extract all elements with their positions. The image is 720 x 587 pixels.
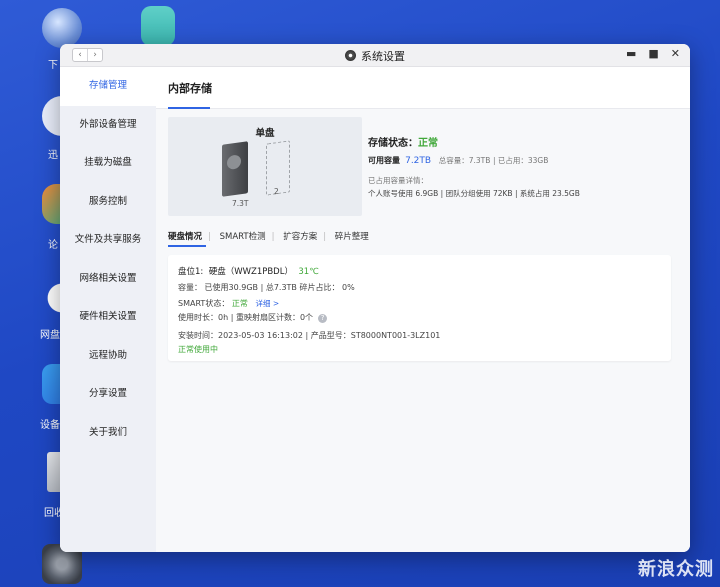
titlebar: ‹ › 系统设置 ▬ ■ ✕	[60, 44, 690, 67]
used-capacity: 已占用：33GB	[497, 156, 549, 165]
sidebar: 存储管理 外部设备管理 挂载为磁盘 服务控制 文件及共享服务 网络相关设置 硬件…	[60, 67, 156, 552]
avail-label: 可用容量	[368, 156, 400, 165]
usage-detail: 个人账号使用 6.9GB | 团队分组使用 72KB | 系统占用 23.5GB	[368, 189, 580, 198]
disk2-slot-label: 2	[274, 187, 279, 196]
page-title: 内部存储	[168, 82, 212, 95]
sidebar-item-mount-disk[interactable]: 挂载为磁盘	[60, 144, 156, 183]
desktop-icon-label: 下	[48, 60, 58, 71]
smart-value: 正常	[231, 299, 248, 308]
settings-gear-icon	[345, 50, 356, 61]
sidebar-item-network[interactable]: 网络相关设置	[60, 260, 156, 299]
total-capacity: 总容量：7.3TB	[438, 156, 491, 165]
smart-status-line: SMART状态： 正常 详细 >	[178, 298, 279, 309]
notes-icon	[141, 6, 175, 46]
hard-drive-icon	[222, 141, 248, 197]
usage-detail-heading: 已占用容量详情：	[368, 176, 428, 185]
sidebar-item-share-settings[interactable]: 分享设置	[60, 375, 156, 414]
window-title: 系统设置	[60, 48, 690, 64]
storage-status-value: 正常	[418, 138, 438, 149]
sidebar-item-remote-assist[interactable]: 远程协助	[60, 337, 156, 376]
active-tab-underline	[168, 245, 206, 247]
disk-slot: 盘位1:	[178, 267, 204, 277]
tab-smart[interactable]: SMART检测	[220, 232, 266, 242]
disk-title-line: 盘位1: 硬盘（WWZ1PBDL） 31℃	[178, 265, 319, 277]
window-title-text: 系统设置	[361, 50, 405, 63]
desktop-icon-label: 论	[48, 240, 58, 251]
disk-temperature: 31℃	[298, 267, 319, 277]
main-panel: 内部存储 单盘 7.3T 2 存储状态：正常 可用容量 7.2TB 总容量：7.…	[156, 67, 690, 552]
watermark-logo: 新浪众测	[638, 559, 714, 580]
sidebar-item-hardware[interactable]: 硬件相关设置	[60, 298, 156, 337]
desktop-icon-notes[interactable]	[128, 6, 188, 46]
sidebar-item-about[interactable]: 关于我们	[60, 414, 156, 453]
sidebar-item-file-sharing[interactable]: 文件及共享服务	[60, 221, 156, 260]
window-controls: ▬ ■ ✕	[626, 47, 680, 60]
disk1-size-label: 7.3T	[232, 199, 249, 208]
storage-status: 存储状态：正常	[368, 134, 438, 149]
desktop-icon-label: 设备	[40, 420, 60, 431]
smart-label: SMART状态：	[178, 299, 230, 308]
help-icon[interactable]: ?	[318, 314, 328, 323]
usage-text: 使用时长：0h | 重映射扇区计数：0个	[178, 313, 314, 322]
tab-defrag[interactable]: 碎片整理	[335, 232, 369, 242]
desktop-icon-label: 迅	[48, 150, 58, 161]
page-title-underline	[168, 107, 210, 109]
disk-mode-caption: 单盘	[255, 128, 275, 139]
health-status: 正常使用中	[178, 345, 218, 354]
desktop-icon-label: 网盘	[40, 330, 60, 341]
smart-detail-link[interactable]: 详细 >	[256, 299, 280, 308]
system-settings-window: ‹ › 系统设置 ▬ ■ ✕ 存储管理 外部设备管理 挂载为磁盘 服务控制 文件…	[60, 44, 690, 552]
globe-download-icon	[42, 8, 82, 48]
tab-expansion[interactable]: 扩容方案	[283, 232, 317, 242]
install-info-line: 安装时间：2023-05-03 16:13:02 | 产品型号：ST8000NT…	[178, 331, 441, 340]
storage-status-label: 存储状态：	[368, 138, 418, 149]
disk-name: 硬盘（WWZ1PBDL）	[208, 267, 293, 277]
minimize-button[interactable]: ▬	[626, 47, 636, 60]
avail-value: 7.2TB	[405, 156, 432, 166]
tab-disk-status[interactable]: 硬盘情况	[168, 232, 202, 242]
sidebar-item-storage[interactable]: 存储管理	[60, 67, 156, 106]
desktop-icon-download[interactable]: 下	[32, 8, 92, 71]
close-button[interactable]: ✕	[671, 47, 680, 60]
usage-line: 使用时长：0h | 重映射扇区计数：0个 ?	[178, 312, 328, 323]
disk-layout-box: 单盘 7.3T 2	[168, 117, 362, 216]
maximize-button[interactable]: ■	[648, 47, 658, 60]
page-header: 内部存储	[156, 67, 690, 109]
disk-info-card: 盘位1: 硬盘（WWZ1PBDL） 31℃ 容量： 已使用30.9GB | 总7…	[168, 255, 671, 361]
sidebar-item-external-devices[interactable]: 外部设备管理	[60, 106, 156, 145]
disk-capacity-line: 容量： 已使用30.9GB | 总7.3TB 碎片占比： 0%	[178, 283, 355, 292]
capacity-line: 可用容量 7.2TB 总容量：7.3TB | 已占用：33GB	[368, 156, 549, 166]
sidebar-item-service-control[interactable]: 服务控制	[60, 183, 156, 222]
tab-bar: 硬盘情况 | SMART检测 | 扩容方案 | 碎片整理	[168, 232, 369, 242]
